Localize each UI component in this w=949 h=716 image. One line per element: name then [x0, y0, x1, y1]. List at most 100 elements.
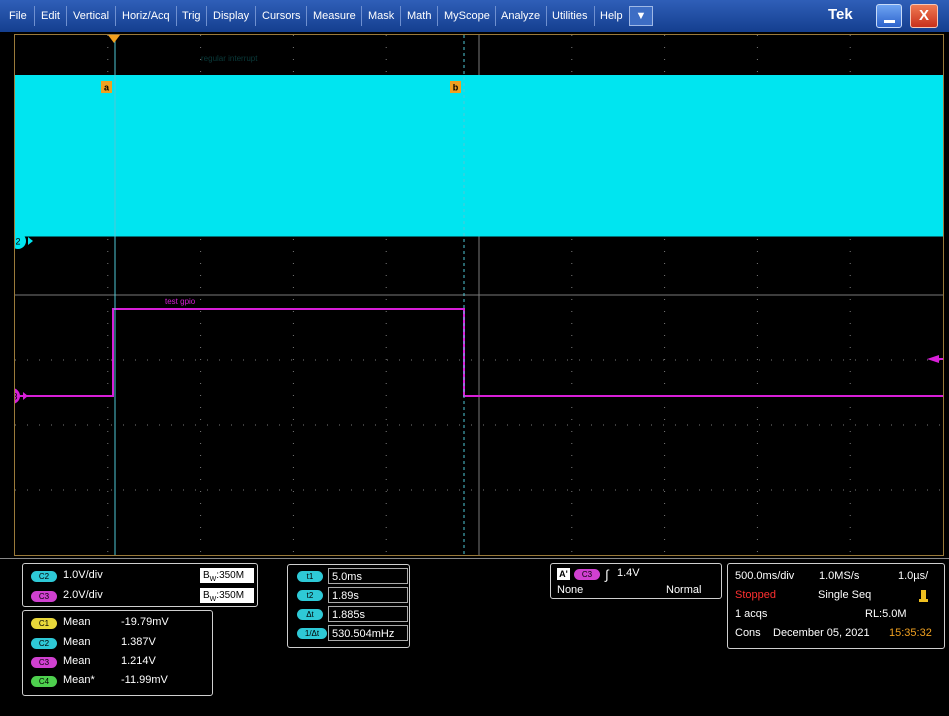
trigger-coupling: None	[557, 584, 584, 596]
ch2-waveform-band	[15, 75, 943, 236]
menu-horiz-acq[interactable]: Horiz/Acq	[122, 6, 170, 26]
menu-separator	[437, 6, 438, 26]
cursor-t1-value: 5.0ms	[328, 568, 408, 584]
measurement-value-c2: 1.387V	[121, 636, 156, 648]
menu-vertical[interactable]: Vertical	[73, 6, 109, 26]
menu-separator	[400, 6, 401, 26]
acquisition-status: Stopped	[735, 589, 776, 601]
run-indicator-icon-base	[919, 599, 928, 602]
menu-trig[interactable]: Trig	[182, 6, 201, 26]
acquisition-count: 1 acqs	[735, 608, 768, 620]
minimize-icon	[884, 20, 895, 23]
channel-scale-box: C2 1.0V/div BW:350M C3 2.0V/div BW:350M	[22, 563, 258, 607]
measurement-badge-c1: C1	[31, 618, 57, 629]
rising-edge-icon: ∫	[605, 567, 609, 582]
ch3-volts-per-div[interactable]: 2.0V/div	[63, 589, 103, 601]
menu-separator	[66, 6, 67, 26]
bw-subscript: W	[209, 576, 217, 583]
cursor-delta-badge: Δt	[297, 609, 323, 620]
menu-dropdown-button[interactable]: ▼	[629, 6, 653, 26]
measurement-label: Mean*	[63, 674, 95, 686]
measurements-box[interactable]: C1 Mean -19.79mV C2 Mean 1.387V C3 Mean …	[22, 610, 213, 696]
chevron-down-icon: ▼	[635, 10, 647, 22]
measurement-label: Mean	[63, 616, 91, 628]
time-resolution: 1.0µs/	[898, 570, 929, 582]
measurement-label: Mean	[63, 655, 91, 667]
menu-separator	[495, 6, 496, 26]
tek-logo: Tek	[828, 6, 853, 23]
acquisition-box[interactable]: 500.0ms/div 1.0MS/s 1.0µs/ Stopped Singl…	[727, 563, 945, 649]
menu-analyze[interactable]: Analyze	[501, 6, 540, 26]
minimize-button[interactable]	[876, 4, 902, 28]
cons-label: Cons	[735, 627, 761, 639]
trigger-source-badge: C3	[574, 569, 600, 580]
measurement-badge-c3: C3	[31, 657, 57, 668]
bw-prefix: B	[203, 590, 210, 601]
measurement-label: Mean	[63, 636, 91, 648]
trigger-position-marker	[108, 35, 120, 43]
menu-separator	[594, 6, 595, 26]
trigger-mode: Normal	[666, 584, 702, 596]
menu-measure[interactable]: Measure	[313, 6, 356, 26]
menu-file[interactable]: File	[9, 6, 27, 26]
measurement-value-c1: -19.79mV	[121, 616, 169, 628]
sequence-mode: Single Seq	[818, 589, 872, 601]
waveform-svg: regular interrupt test gpio a b 2 3	[15, 35, 943, 555]
ch3-marker-arrow	[23, 392, 28, 400]
measurement-value-c3: 1.214V	[121, 655, 156, 667]
time: 15:35:32	[889, 627, 932, 639]
ch2-volts-per-div[interactable]: 1.0V/div	[63, 569, 103, 581]
ch3-bw-value: 350M	[219, 590, 245, 601]
menu-separator	[306, 6, 307, 26]
menu-mask[interactable]: Mask	[368, 6, 394, 26]
cursor-inverse-delta-badge: 1/Δt	[297, 628, 327, 639]
menu-separator	[361, 6, 362, 26]
cursor-t1-badge: t1	[297, 571, 323, 582]
trigger-box[interactable]: A' C3 ∫ 1.4V None Normal	[550, 563, 722, 599]
measurement-value-c4: -11.99mV	[121, 674, 168, 686]
date: December 05, 2021	[773, 627, 870, 639]
cursor-delta-value: 1.885s	[328, 606, 408, 622]
status-panel: C2 1.0V/div BW:350M C3 2.0V/div BW:350M …	[0, 558, 949, 716]
menu-separator	[546, 6, 547, 26]
record-length: RL:5.0M	[865, 608, 907, 620]
bw-subscript: W	[209, 596, 217, 603]
trigger-level: 1.4V	[617, 567, 640, 579]
channel-badge-c3[interactable]: C3	[31, 591, 57, 602]
menu-separator	[255, 6, 256, 26]
ch2-marker-arrow	[28, 237, 33, 245]
ch2-waveform-label: regular interrupt	[201, 54, 258, 63]
timebase: 500.0ms/div	[735, 570, 795, 582]
menu-math[interactable]: Math	[407, 6, 431, 26]
ch2-marker-label: 2	[15, 237, 20, 247]
menu-separator	[115, 6, 116, 26]
measurement-badge-c2: C2	[31, 638, 57, 649]
menu-separator	[176, 6, 177, 26]
ch2-bw-value: 350M	[219, 570, 245, 581]
ch2-bandwidth[interactable]: BW:350M	[200, 568, 254, 583]
menu-separator	[206, 6, 207, 26]
ch3-bandwidth[interactable]: BW:350M	[200, 588, 254, 603]
sample-rate: 1.0MS/s	[819, 570, 860, 582]
menu-cursors[interactable]: Cursors	[262, 6, 301, 26]
menu-display[interactable]: Display	[213, 6, 249, 26]
ch3-waveform-label: test gpio	[165, 297, 196, 306]
trigger-badge: A'	[557, 568, 570, 580]
waveform-display[interactable]: regular interrupt test gpio a b 2 3	[14, 34, 944, 556]
bw-prefix: B	[203, 570, 210, 581]
measurement-badge-c4: C4	[31, 676, 57, 687]
menu-separator	[34, 6, 35, 26]
close-button[interactable]: X	[910, 4, 938, 28]
channel-badge-c2[interactable]: C2	[31, 571, 57, 582]
cursor-readout-box[interactable]: t1 5.0ms t2 1.89s Δt 1.885s 1/Δt 530.504…	[287, 564, 410, 648]
menu-myscope[interactable]: MyScope	[444, 6, 490, 26]
cursor-inverse-delta-value: 530.504mHz	[328, 625, 408, 641]
cursor-t2-badge: t2	[297, 590, 323, 601]
menu-utilities[interactable]: Utilities	[552, 6, 587, 26]
menu-help[interactable]: Help	[600, 6, 623, 26]
cursor-b-label: b	[453, 83, 459, 93]
ch3-marker-label: 3	[15, 392, 18, 402]
menu-bar: File Edit Vertical Horiz/Acq Trig Displa…	[0, 0, 949, 32]
menu-edit[interactable]: Edit	[41, 6, 60, 26]
cursor-t2-value: 1.89s	[328, 587, 408, 603]
